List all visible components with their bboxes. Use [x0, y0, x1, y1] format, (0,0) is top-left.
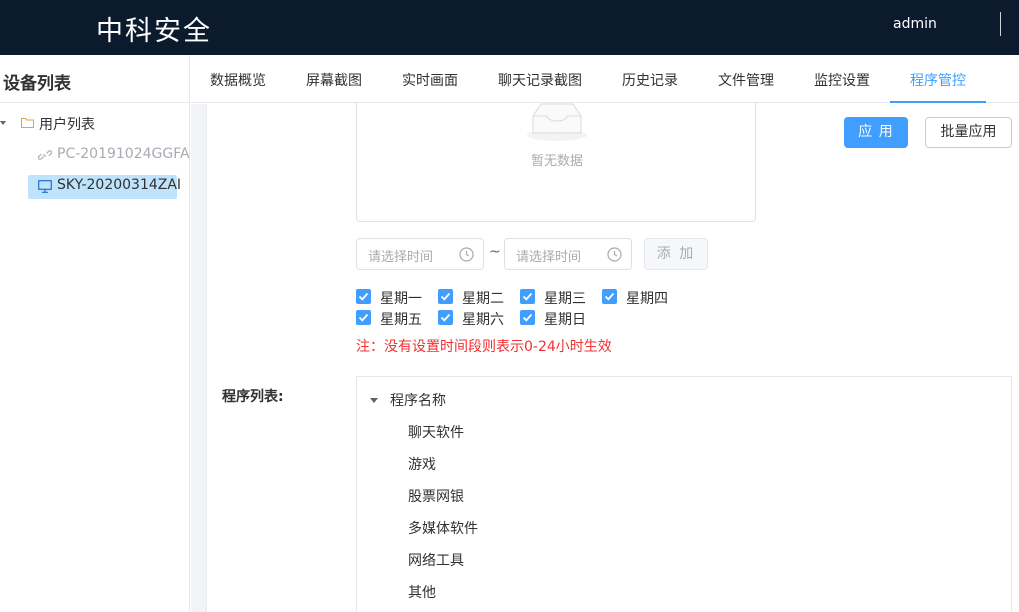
range-separator: ~ — [489, 244, 501, 260]
checkmark-icon — [358, 292, 369, 301]
weekday-label: 星期五 — [380, 312, 422, 328]
clock-icon — [459, 247, 474, 262]
program-category-item[interactable]: 网络工具 — [408, 550, 464, 570]
app-brand: 中科安全 — [96, 16, 212, 47]
weekday-label: 星期二 — [462, 291, 504, 307]
tab-bar: 数据概览 屏幕截图 实时画面 聊天记录截图 历史记录 文件管理 监控设置 程序管… — [191, 55, 1019, 103]
checkmark-icon — [522, 292, 533, 301]
weekday-label: 星期三 — [544, 291, 586, 307]
add-time-button[interactable]: 添 加 — [644, 238, 708, 270]
checkmark-icon — [604, 292, 615, 301]
tree-expand-arrow-icon[interactable] — [0, 121, 6, 125]
program-category-item[interactable]: 其他 — [408, 582, 436, 602]
checkbox-friday[interactable] — [356, 310, 371, 325]
tree-node-device-offline[interactable]: PC-20191024GGFA — [57, 146, 190, 162]
left-gutter — [191, 104, 207, 612]
user-menu[interactable]: admin — [893, 16, 937, 32]
checkmark-icon — [440, 292, 451, 301]
monitor-icon — [38, 180, 52, 193]
tab-live-view[interactable]: 实时画面 — [402, 70, 458, 90]
program-category-item[interactable]: 股票网银 — [408, 486, 464, 506]
active-tab-indicator — [890, 101, 986, 103]
tab-data-overview[interactable]: 数据概览 — [210, 70, 266, 90]
header-divider — [1000, 12, 1001, 36]
weekday-label: 星期日 — [544, 312, 586, 328]
folder-icon — [21, 118, 34, 128]
end-time-placeholder: 请选择时间 — [516, 250, 582, 265]
empty-placeholder-text: 暂无数据 — [530, 154, 583, 169]
time-range-note: 注：没有设置时间段则表示0-24小时生效 — [356, 339, 612, 355]
disconnected-link-icon — [38, 150, 52, 160]
tree-node-device-label: SKY-20200314ZAI — [57, 177, 182, 193]
checkbox-sunday[interactable] — [520, 310, 535, 325]
clock-icon — [607, 247, 622, 262]
checkbox-thursday[interactable] — [602, 289, 617, 304]
checkmark-icon — [440, 313, 451, 322]
tree-expand-arrow-icon[interactable] — [370, 398, 378, 403]
end-time-picker[interactable]: 请选择时间 — [504, 238, 632, 270]
empty-box-icon — [527, 103, 587, 141]
checkbox-tuesday[interactable] — [438, 289, 453, 304]
top-bar: 中科安全 admin — [0, 0, 1019, 55]
batch-apply-button[interactable]: 批量应用 — [925, 117, 1012, 148]
checkmark-icon — [358, 313, 369, 322]
program-tree: 程序名称 聊天软件 游戏 股票网银 多媒体软件 网络工具 其他 — [356, 376, 1012, 612]
apply-button[interactable]: 应 用 — [844, 117, 908, 148]
program-category-item[interactable]: 多媒体软件 — [408, 518, 478, 538]
start-time-picker[interactable]: 请选择时间 — [356, 238, 484, 270]
tree-node-user-list[interactable]: 用户列表 — [39, 114, 95, 134]
weekday-label: 星期六 — [462, 312, 504, 328]
sidebar-divider — [0, 102, 190, 103]
checkbox-monday[interactable] — [356, 289, 371, 304]
time-range-table: 暂无数据 — [356, 102, 756, 222]
tab-chat-screenshots[interactable]: 聊天记录截图 — [498, 70, 582, 90]
tab-monitor-settings[interactable]: 监控设置 — [814, 70, 870, 90]
start-time-placeholder: 请选择时间 — [368, 250, 434, 265]
program-category-item[interactable]: 聊天软件 — [408, 422, 464, 442]
tab-history[interactable]: 历史记录 — [622, 70, 678, 90]
weekday-label: 星期四 — [626, 291, 668, 307]
weekday-label: 星期一 — [380, 291, 422, 307]
checkbox-wednesday[interactable] — [520, 289, 535, 304]
program-control-panel: 暂无数据 应 用 批量应用 请选择时间 ~ 请选择时间 添 加 星期一 星期二 … — [191, 102, 1019, 612]
tab-screenshots[interactable]: 屏幕截图 — [306, 70, 362, 90]
program-category-item[interactable]: 游戏 — [408, 454, 436, 474]
device-sidebar: 设备列表 用户列表 PC-20191024GGFA SKY-20200314ZA… — [0, 55, 190, 612]
tab-program-control[interactable]: 程序管控 — [910, 70, 966, 90]
sidebar-title: 设备列表 — [3, 74, 71, 94]
program-list-label: 程序列表: — [222, 389, 284, 405]
checkbox-saturday[interactable] — [438, 310, 453, 325]
tab-file-management[interactable]: 文件管理 — [718, 70, 774, 90]
program-tree-root[interactable]: 程序名称 — [390, 390, 446, 410]
checkmark-icon — [522, 313, 533, 322]
tree-node-device-selected[interactable]: SKY-20200314ZAI — [28, 175, 181, 199]
